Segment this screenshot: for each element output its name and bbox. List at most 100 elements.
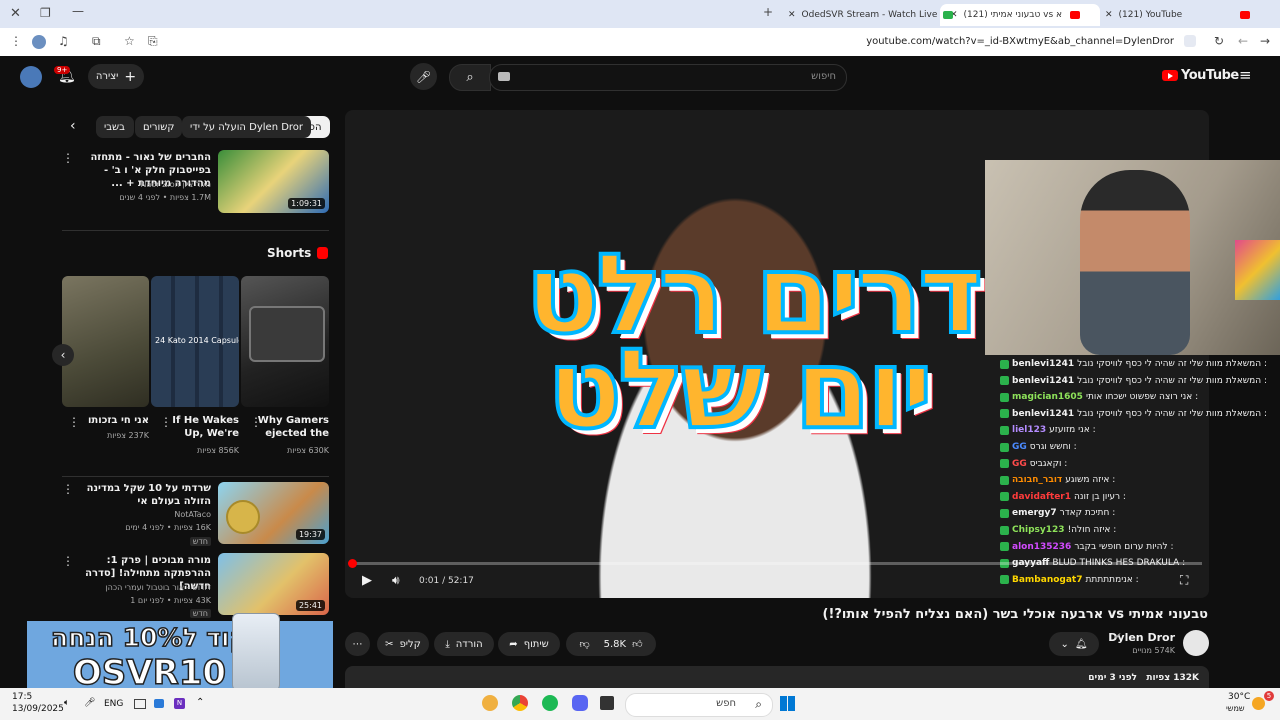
more-options-icon[interactable]: ⋮: [62, 482, 74, 496]
back-icon[interactable]: →: [1260, 34, 1270, 48]
fullscreen-icon[interactable]: ⛶: [1180, 573, 1188, 588]
subscribe-bell-button[interactable]: ⌄ 🔔︎: [1049, 632, 1099, 656]
clip-button[interactable]: ✂ קליפ: [377, 632, 429, 656]
video-thumbnail[interactable]: 25:41: [218, 553, 329, 615]
forward-icon[interactable]: ←: [1238, 34, 1248, 48]
new-badge: חדש: [189, 537, 211, 546]
short-thumbnail[interactable]: 24 Kato 2014 Capsules: [151, 276, 239, 407]
more-options-icon[interactable]: ⋮: [62, 554, 74, 568]
youtube-logo[interactable]: YouTube: [1162, 68, 1239, 83]
tab-video[interactable]: ✕ (121) טבעוני אמיתי vs ארבעה א: [940, 4, 1100, 26]
more-options-icon[interactable]: ⋮: [68, 415, 80, 429]
video-channel[interactable]: נאור ציון Naor Zion: [140, 180, 211, 189]
video-channel[interactable]: NotATaco: [174, 510, 211, 519]
chat-username[interactable]: emergy7: [1012, 508, 1057, 518]
create-button[interactable]: יצירה +: [88, 64, 144, 89]
like-icon[interactable]: 👍︎: [632, 638, 642, 650]
restore-window-icon[interactable]: ❐: [40, 6, 51, 20]
new-tab-icon[interactable]: +: [763, 5, 773, 19]
tab-youtube[interactable]: ✕ (121) YouTube: [1105, 4, 1251, 26]
language-indicator[interactable]: ENG: [104, 699, 123, 709]
windows-start-icon[interactable]: [780, 696, 795, 711]
clock-time[interactable]: 17:5: [12, 692, 32, 702]
chip-related[interactable]: קשורים: [135, 116, 183, 138]
chevron-left-icon[interactable]: ‹: [70, 118, 76, 134]
video-thumbnail[interactable]: 1:09:31: [218, 150, 329, 213]
short-title[interactable]: If He Wakes Up, We're: [169, 414, 239, 440]
chrome-icon[interactable]: [512, 695, 528, 711]
chat-username[interactable]: דובר_חבובה: [1012, 475, 1062, 485]
progress-bar[interactable]: [352, 562, 1202, 565]
like-count[interactable]: 5.8K: [604, 639, 626, 650]
minimize-window-icon[interactable]: —: [72, 4, 84, 18]
tray-app-icon[interactable]: [154, 699, 164, 708]
taskbar-search-box[interactable]: חפש ⌕: [625, 693, 773, 717]
search-input[interactable]: חיפוש: [489, 64, 847, 91]
chat-username[interactable]: benlevi1241: [1012, 359, 1074, 369]
clock-date[interactable]: 13/09/2025: [12, 704, 64, 714]
site-settings-icon[interactable]: [1184, 35, 1196, 47]
share-button[interactable]: ➦ שיתוף: [498, 632, 560, 656]
media-icon[interactable]: ♫: [58, 34, 69, 48]
chat-username[interactable]: benlevi1241: [1012, 409, 1074, 419]
taskbar-app-icon[interactable]: [600, 696, 614, 710]
video-channel[interactable]: דודוש - אור בוטבול ועמרי הכהן: [105, 583, 211, 592]
close-window-icon[interactable]: ✕: [10, 6, 21, 21]
voice-search-icon[interactable]: 🎤︎: [410, 63, 437, 90]
chat-username[interactable]: Chipsy123: [1012, 525, 1065, 535]
close-tab-icon[interactable]: ✕: [1105, 10, 1113, 20]
progress-scrubber[interactable]: [348, 559, 357, 568]
download-button[interactable]: ⤓ הורדה: [434, 632, 494, 656]
spotify-icon[interactable]: [542, 695, 558, 711]
discord-icon[interactable]: [572, 695, 588, 711]
volume-icon[interactable]: 🔊︎: [392, 573, 400, 588]
chat-username[interactable]: liel123: [1012, 425, 1046, 435]
chat-username[interactable]: GG: [1012, 442, 1027, 452]
weather-sun-icon[interactable]: [1252, 697, 1265, 710]
short-thumbnail[interactable]: [62, 276, 149, 407]
onenote-icon[interactable]: N: [174, 698, 185, 709]
short-title[interactable]: Why Gamers ejected the: [251, 414, 329, 440]
speaker-icon[interactable]: 🔈︎: [64, 698, 69, 708]
search-button[interactable]: ⌕: [449, 64, 491, 91]
profile-avatar[interactable]: [32, 35, 46, 49]
chat-username[interactable]: alon135236: [1012, 542, 1071, 552]
play-icon[interactable]: ▶: [362, 573, 372, 588]
dislike-icon[interactable]: 👎︎: [579, 638, 589, 650]
chat-username[interactable]: magician1605: [1012, 392, 1083, 402]
video-thumbnail[interactable]: 19:37: [218, 482, 329, 544]
network-icon[interactable]: [134, 699, 146, 709]
avatar[interactable]: [20, 66, 42, 88]
more-options-icon[interactable]: ⋮: [250, 415, 262, 429]
bookmark-star-icon[interactable]: ☆: [124, 34, 135, 48]
keyboard-icon[interactable]: [498, 72, 510, 81]
shorts-prev-button[interactable]: ‹: [52, 344, 74, 366]
short-thumbnail[interactable]: [241, 276, 329, 407]
chevron-up-icon[interactable]: ⌃: [196, 697, 204, 708]
chat-username[interactable]: GG: [1012, 459, 1027, 469]
video-title[interactable]: שרדתי על 10 שקל במדינה הזולה בעולם אי: [76, 482, 211, 508]
chat-username[interactable]: Bambanogat7: [1012, 575, 1083, 585]
kick-badge-icon: [1000, 359, 1009, 369]
taskbar-app-icon[interactable]: [482, 695, 498, 711]
address-bar[interactable]: youtube.com/watch?v=_id-BXwtmyE&ab_chann…: [866, 36, 1174, 47]
channel-avatar[interactable]: [1183, 630, 1209, 656]
chat-username[interactable]: davidafter1: [1012, 492, 1071, 502]
extensions-icon[interactable]: ⧉: [92, 34, 101, 49]
chat-username[interactable]: benlevi1241: [1012, 376, 1074, 386]
chip-uploaded-by[interactable]: הועלה על ידי Dylen Dror: [182, 116, 312, 138]
reload-icon[interactable]: ↻: [1214, 34, 1224, 48]
hamburger-menu-icon[interactable]: ≡: [1239, 66, 1252, 84]
more-options-icon[interactable]: ⋮: [160, 415, 172, 429]
more-actions-button[interactable]: ⋯: [345, 632, 370, 656]
chip-captivity[interactable]: בשבי: [96, 116, 134, 138]
mic-tray-icon[interactable]: 🎤︎: [84, 698, 95, 708]
share-page-icon[interactable]: ⎘: [148, 34, 158, 49]
verified-icon: ✔: [1114, 632, 1122, 642]
weather-temp[interactable]: 30°C: [1228, 692, 1250, 702]
tab-stream[interactable]: ✕ OdedSVR Stream - Watch Live: [788, 4, 954, 26]
close-tab-icon[interactable]: ✕: [788, 10, 796, 20]
more-options-icon[interactable]: ⋮: [62, 151, 74, 165]
menu-dots-icon[interactable]: ⋮: [10, 34, 22, 48]
short-title[interactable]: אני חי בזכותו: [79, 414, 149, 427]
